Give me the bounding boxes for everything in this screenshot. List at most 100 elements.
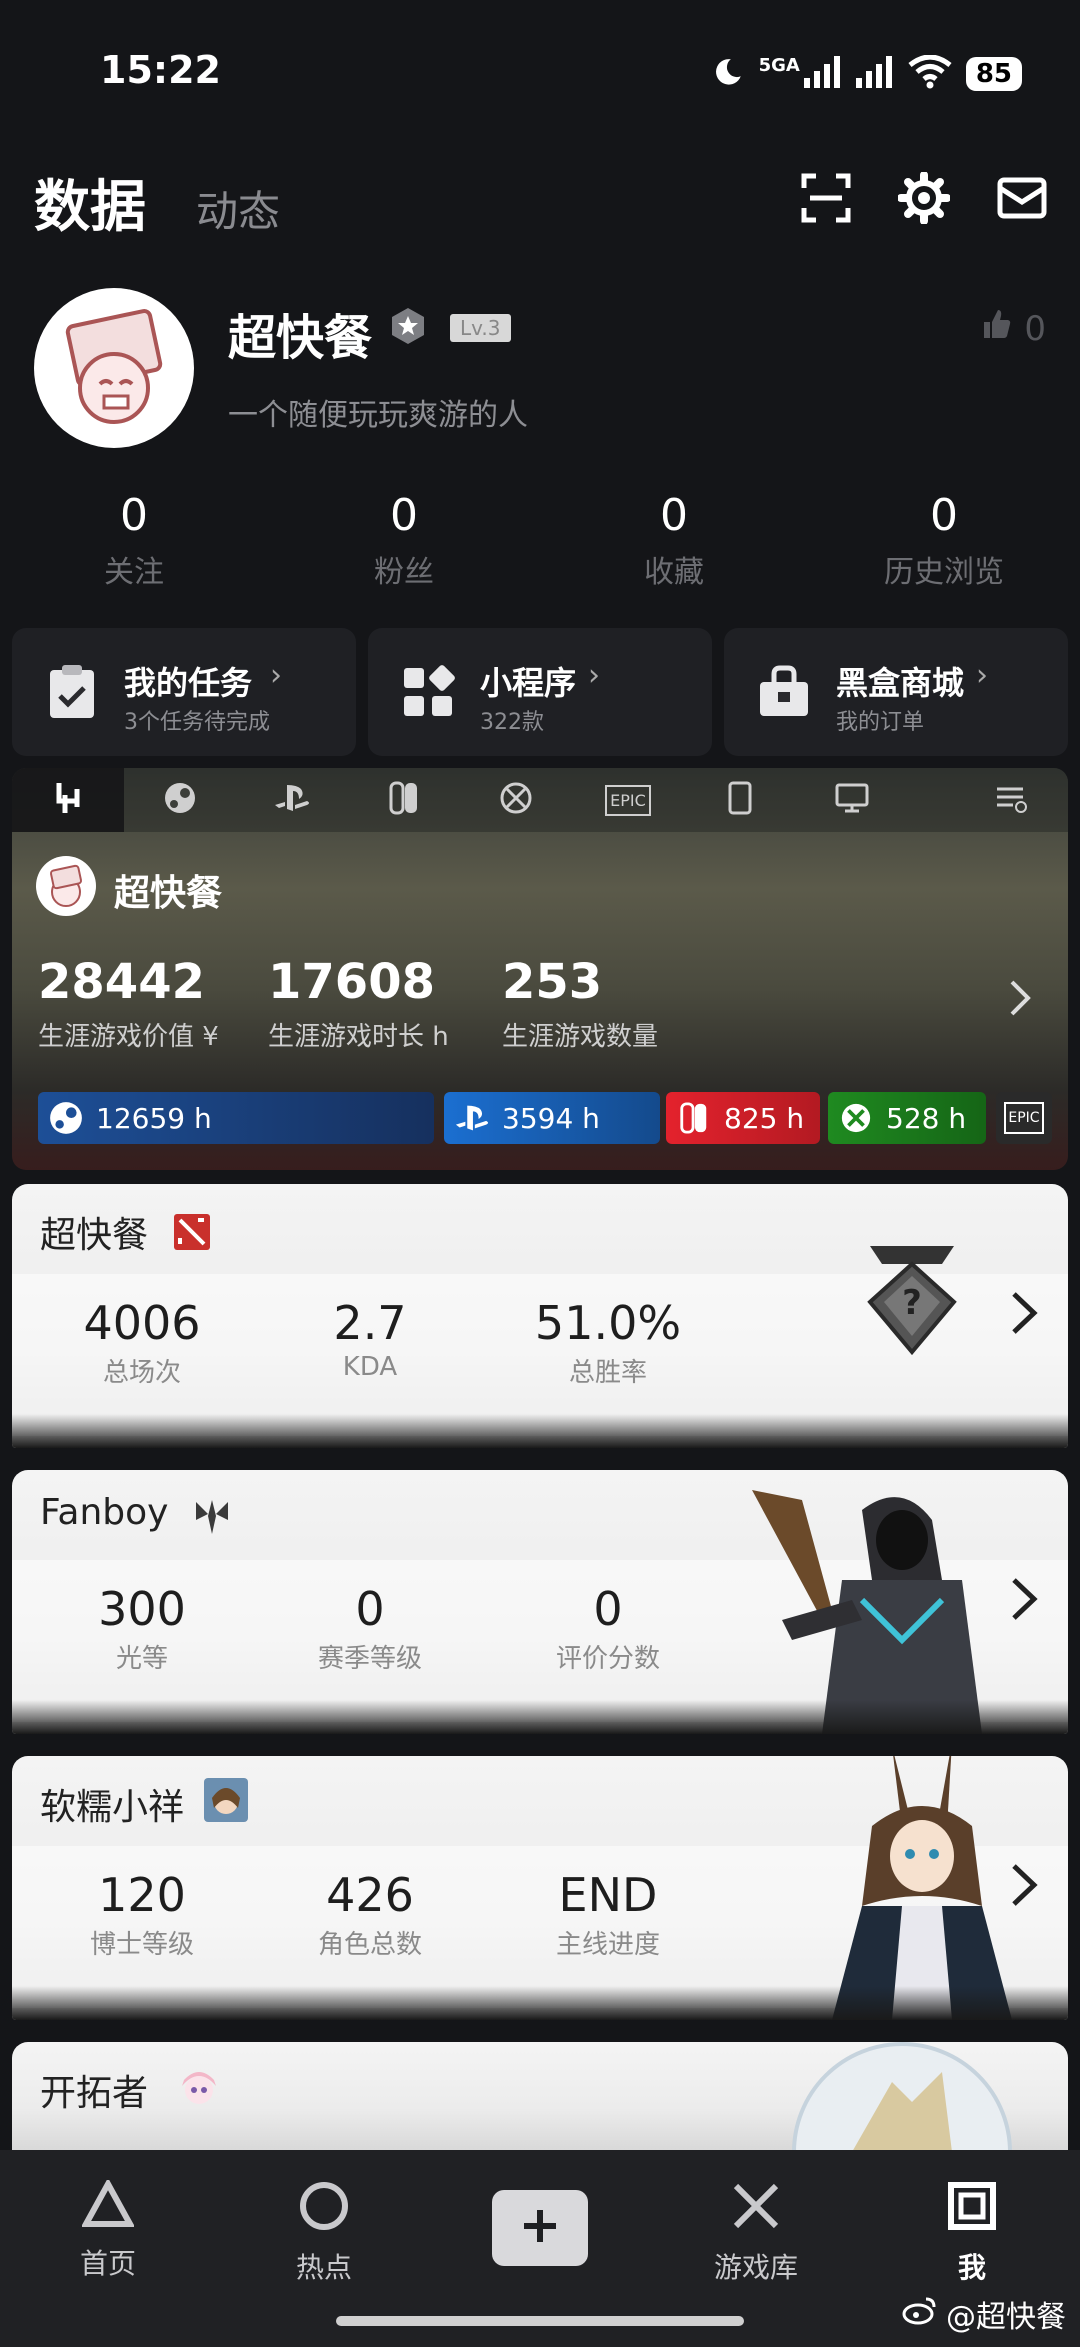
stat-label: 关注 xyxy=(104,555,164,590)
switch-hours-pill[interactable]: 825 h xyxy=(666,1092,820,1144)
career-games: 253 xyxy=(502,954,603,1010)
tab-data[interactable]: 数据 xyxy=(34,162,146,243)
weibo-watermark: @超快餐 xyxy=(902,2292,1066,2336)
weibo-logo-icon xyxy=(902,2295,938,2333)
platform-summary-card[interactable]: EPIC 超快餐 28442 生涯游戏价值 ¥ 17608 生涯游戏时长 h 2… xyxy=(12,768,1068,1170)
stat-favorites[interactable]: 0 收藏 xyxy=(574,490,774,591)
like-button[interactable]: 0 xyxy=(980,308,1046,349)
user-bio: 一个随便玩玩爽游的人 xyxy=(228,398,528,433)
nav-label: 我 xyxy=(957,2251,986,2284)
rank-medal-icon: ? xyxy=(860,1240,964,1364)
platform-tabs: EPIC xyxy=(12,768,1068,832)
stat-value: END xyxy=(558,1868,658,1922)
entry-shop[interactable]: 黑盒商城 › 我的订单 xyxy=(724,628,1068,756)
game-account-name: 超快餐 xyxy=(40,1215,149,1256)
moon-icon xyxy=(711,55,745,93)
career-hours-label: 生涯游戏时长 h xyxy=(268,1022,449,1052)
stat-label: 赛季等级 xyxy=(317,1644,422,1674)
xbox-hours: 528 h xyxy=(886,1101,967,1135)
like-count: 0 xyxy=(1024,308,1046,349)
task-clipboard-icon xyxy=(42,662,102,722)
steam-icon xyxy=(46,1098,86,1138)
game-card-arknights[interactable]: 软糯小祥 120 博士等级 426 角色总数 END 主线进度 xyxy=(12,1756,1068,2020)
status-bar: 15:22 5GA 85 xyxy=(0,0,1080,140)
chevron-right-icon[interactable] xyxy=(1004,1288,1044,1338)
psn-hours-pill[interactable]: 3594 h xyxy=(444,1092,660,1144)
stat-followers[interactable]: 0 粉丝 xyxy=(304,490,504,591)
nav-hot[interactable]: 热点 xyxy=(244,2180,404,2286)
entry-title: 黑盒商城 xyxy=(836,664,965,702)
stat-following[interactable]: 0 关注 xyxy=(34,490,234,591)
tab-pc[interactable] xyxy=(796,768,908,832)
tab-epic[interactable]: EPIC xyxy=(572,768,684,832)
svg-text:?: ? xyxy=(902,1283,922,1323)
game-card-star-rail[interactable]: 开拓者 xyxy=(12,2042,1068,2152)
level-badge: Lv.3 xyxy=(450,314,511,342)
user-avatar[interactable] xyxy=(34,288,194,448)
tab-feed[interactable]: 动态 xyxy=(196,178,280,239)
stat-value: 51.0% xyxy=(534,1296,682,1350)
xbox-hours-pill[interactable]: 528 h xyxy=(828,1092,986,1144)
battery-indicator: 85 xyxy=(965,57,1022,91)
epic-icon: EPIC xyxy=(605,784,651,816)
circle-icon xyxy=(244,2180,404,2236)
chevron-right-icon[interactable] xyxy=(1004,1574,1044,1624)
stat-value: 4006 xyxy=(83,1296,201,1350)
xbox-icon xyxy=(499,781,533,819)
mail-icon[interactable] xyxy=(996,172,1048,224)
entry-miniprograms[interactable]: 小程序 › 322款 xyxy=(368,628,712,756)
shopping-bag-icon xyxy=(754,662,814,722)
triangle-icon xyxy=(28,2177,188,2232)
game-card-dota2[interactable]: 超快餐 4006 总场次 2.7 KDA 51.0% 总胜率 ? xyxy=(12,1184,1068,1448)
network-label: 5GA xyxy=(758,54,800,76)
stat-label: 历史浏览 xyxy=(884,555,1004,590)
entry-tasks[interactable]: 我的任务 › 3个任务待完成 xyxy=(12,628,356,756)
stat-value: 426 xyxy=(326,1868,414,1922)
switch-icon xyxy=(674,1098,714,1138)
tab-heybox[interactable] xyxy=(12,768,124,832)
steam-hours: 12659 h xyxy=(96,1101,212,1135)
arknights-avatar-icon xyxy=(204,1778,248,1822)
home-indicator[interactable] xyxy=(336,2316,744,2326)
game-card-destiny2[interactable]: Fanboy 300 光等 0 赛季等级 0 评价分数 xyxy=(12,1470,1068,1734)
nav-me[interactable]: 我 xyxy=(892,2180,1052,2286)
signal-icon xyxy=(803,56,842,92)
chevron-right-icon[interactable] xyxy=(1004,1860,1044,1910)
tab-xbox[interactable] xyxy=(460,768,572,832)
stat-history[interactable]: 0 历史浏览 xyxy=(844,490,1044,591)
entry-subtitle: 3个任务待完成 xyxy=(124,710,270,735)
scan-icon[interactable] xyxy=(800,172,852,224)
chevron-right-icon[interactable] xyxy=(1008,978,1032,1022)
tab-manage[interactable] xyxy=(956,768,1068,832)
star-rail-avatar-icon xyxy=(176,2064,222,2110)
chevron-right-icon: › xyxy=(270,658,282,693)
tab-playstation[interactable] xyxy=(236,768,348,832)
game-account-name: Fanboy xyxy=(40,1492,169,1533)
destiny-logo-icon xyxy=(192,1496,232,1536)
settings-gear-icon[interactable] xyxy=(897,171,951,225)
create-post-button[interactable] xyxy=(492,2190,588,2266)
stat-value: 300 xyxy=(98,1582,186,1636)
chevron-right-icon: › xyxy=(588,658,600,693)
cross-icon xyxy=(676,2180,836,2236)
tab-steam[interactable] xyxy=(124,768,236,832)
apps-grid-icon xyxy=(398,662,458,722)
steam-hours-pill[interactable]: 12659 h xyxy=(38,1092,434,1144)
epic-pill[interactable]: EPIC xyxy=(996,1092,1052,1144)
heybox-logo-icon xyxy=(51,781,85,819)
stat-value: 0 xyxy=(930,490,958,541)
status-icons: 5GA 85 xyxy=(711,52,1022,96)
stat-value: 0 xyxy=(120,490,148,541)
career-value: 28442 xyxy=(38,954,205,1010)
nav-library[interactable]: 游戏库 xyxy=(676,2180,836,2286)
watermark-text: @超快餐 xyxy=(946,2300,1066,2335)
card-brush-edge xyxy=(12,1700,1068,1734)
chevron-right-icon: › xyxy=(976,658,988,693)
tab-switch[interactable] xyxy=(348,768,460,832)
epic-icon: EPIC xyxy=(1004,1102,1044,1134)
nav-home[interactable]: 首页 xyxy=(28,2177,188,2282)
verified-badge-icon xyxy=(388,306,428,346)
list-settings-icon xyxy=(995,783,1029,817)
plus-icon xyxy=(518,2204,562,2252)
tab-mobile[interactable] xyxy=(684,768,796,832)
